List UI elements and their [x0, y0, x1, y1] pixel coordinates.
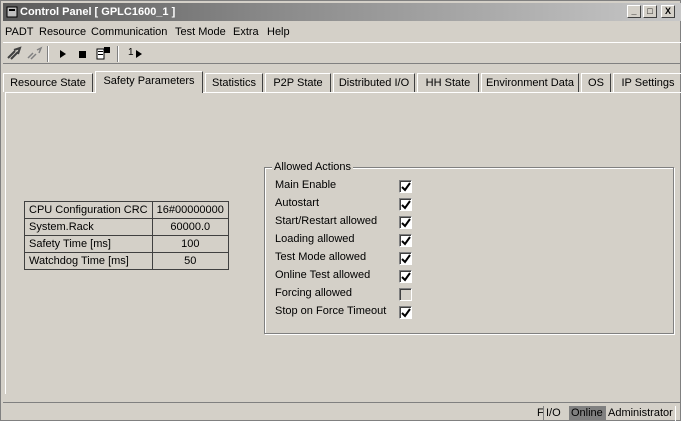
action-label: Loading allowed	[275, 233, 355, 245]
menu-extra[interactable]: Extra	[233, 26, 259, 38]
action-stop-on-force-timeout: Stop on Force Timeout	[275, 303, 475, 321]
action-label: Autostart	[275, 197, 320, 209]
action-forcing: Forcing allowed	[275, 285, 475, 303]
action-start-restart: Start/Restart allowed	[275, 213, 475, 231]
tab-p2p-state[interactable]: P2P State	[265, 73, 331, 92]
step-icon[interactable]: 1	[123, 45, 147, 63]
step-label: 1	[128, 47, 134, 58]
menu-padt[interactable]: PADT	[5, 26, 34, 38]
menu-test-mode[interactable]: Test Mode	[175, 26, 226, 38]
autostart-checkbox[interactable]	[399, 198, 412, 211]
control-panel-window: Control Panel [ GPLC1600_1 ] _ □ X PADT …	[0, 0, 681, 421]
param-name: Safety Time [ms]	[24, 235, 153, 253]
status-bar: F I/O Online Administrator	[3, 402, 681, 422]
action-online-test: Online Test allowed	[275, 267, 475, 285]
app-icon	[6, 6, 18, 18]
action-label: Online Test allowed	[275, 269, 371, 281]
check-icon	[401, 218, 411, 228]
table-row: Watchdog Time [ms] 50	[24, 252, 229, 270]
table-row: System.Rack 60000.0	[24, 218, 229, 236]
param-value: 50	[151, 252, 229, 270]
forcing-checkbox[interactable]	[399, 288, 412, 301]
tab-ip-settings[interactable]: IP Settings	[613, 73, 681, 92]
allowed-actions-legend: Allowed Actions	[272, 161, 354, 173]
action-label: Main Enable	[275, 179, 337, 191]
check-icon	[401, 272, 411, 282]
tab-environment-data[interactable]: Environment Data	[481, 73, 579, 92]
tab-os[interactable]: OS	[581, 73, 611, 92]
stop-icon[interactable]	[73, 45, 93, 63]
status-user: Administrator	[605, 406, 676, 421]
menu-resource[interactable]: Resource	[39, 26, 86, 38]
maximize-button[interactable]: □	[643, 5, 657, 18]
test-mode-checkbox[interactable]	[399, 252, 412, 265]
safety-parameters-table: CPU Configuration CRC 16#00000000 System…	[24, 201, 229, 270]
start-restart-checkbox[interactable]	[399, 216, 412, 229]
menu-help[interactable]: Help	[267, 26, 290, 38]
tab-strip: Resource State Safety Parameters Statist…	[3, 71, 681, 93]
action-main-enable: Main Enable	[275, 177, 475, 195]
param-name: CPU Configuration CRC	[24, 201, 153, 219]
check-icon	[401, 308, 411, 318]
menu-communication[interactable]: Communication	[91, 26, 167, 38]
param-value: 100	[151, 235, 229, 253]
action-label: Test Mode allowed	[275, 251, 367, 263]
toolbar-separator	[117, 46, 119, 62]
main-enable-checkbox[interactable]	[399, 180, 412, 193]
param-name: System.Rack	[24, 218, 153, 236]
action-label: Start/Restart allowed	[275, 215, 378, 227]
tab-safety-parameters[interactable]: Safety Parameters	[95, 71, 203, 93]
stop-on-force-timeout-checkbox[interactable]	[399, 306, 412, 319]
action-label: Forcing allowed	[275, 287, 353, 299]
tab-statistics[interactable]: Statistics	[205, 73, 263, 92]
tab-hh-state[interactable]: HH State	[417, 73, 479, 92]
safety-parameters-panel: CPU Configuration CRC 16#00000000 System…	[5, 92, 681, 394]
menu-bar: PADT Resource Communication Test Mode Ex…	[3, 23, 681, 41]
tab-resource-state[interactable]: Resource State	[3, 73, 93, 92]
loading-checkbox[interactable]	[399, 234, 412, 247]
close-button[interactable]: X	[661, 5, 675, 18]
window-title: Control Panel [ GPLC1600_1 ]	[20, 6, 176, 18]
toolbar-separator	[47, 46, 49, 62]
online-test-checkbox[interactable]	[399, 270, 412, 283]
action-loading: Loading allowed	[275, 231, 475, 249]
tab-distributed-io[interactable]: Distributed I/O	[333, 73, 415, 92]
table-row: CPU Configuration CRC 16#00000000	[24, 201, 229, 219]
check-icon	[401, 236, 411, 246]
download-icon[interactable]	[93, 45, 113, 63]
allowed-actions-group: Allowed Actions Main Enable Autostart St…	[264, 161, 674, 334]
start-icon[interactable]	[53, 45, 73, 63]
check-icon	[401, 254, 411, 264]
status-online: Online	[569, 406, 605, 421]
toolbar: 1	[3, 42, 681, 64]
table-row: Safety Time [ms] 100	[24, 235, 229, 253]
check-icon	[401, 200, 411, 210]
param-name: Watchdog Time [ms]	[24, 252, 153, 270]
minimize-button[interactable]: _	[627, 5, 641, 18]
param-value: 16#00000000	[151, 201, 229, 219]
status-io: I/O	[543, 406, 563, 421]
action-autostart: Autostart	[275, 195, 475, 213]
param-value: 60000.0	[151, 218, 229, 236]
action-label: Stop on Force Timeout	[275, 305, 387, 317]
action-test-mode: Test Mode allowed	[275, 249, 475, 267]
connect-icon[interactable]	[5, 45, 25, 63]
title-bar[interactable]: Control Panel [ GPLC1600_1 ] _ □ X	[3, 3, 681, 21]
disconnect-icon[interactable]	[25, 45, 45, 63]
check-icon	[401, 182, 411, 192]
